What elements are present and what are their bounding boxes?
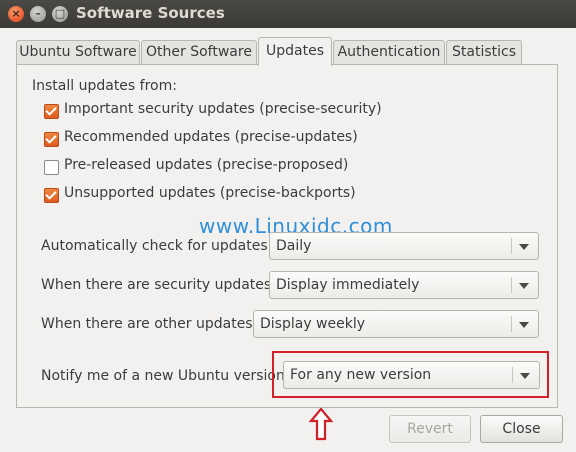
auto-check-dropdown[interactable]: Daily: [269, 232, 539, 260]
dropdown-separator: [511, 238, 512, 254]
highlight-box: [272, 351, 549, 398]
unsupported-updates-checkbox[interactable]: [44, 188, 59, 203]
minimize-icon: –: [35, 7, 41, 20]
security-updates-checkbox[interactable]: [44, 104, 59, 119]
other-updates-action-label: When there are other updates:: [41, 316, 258, 332]
window-title: Software Sources: [76, 4, 225, 22]
chevron-down-icon: [519, 244, 529, 250]
auto-check-label: Automatically check for updates:: [41, 238, 273, 254]
auto-check-value: Daily: [276, 238, 312, 254]
security-updates-action-label: When there are security updates:: [41, 277, 276, 293]
tab-updates[interactable]: Updates: [258, 37, 332, 66]
chevron-down-icon: [519, 283, 529, 289]
other-updates-dropdown[interactable]: Display weekly: [253, 310, 539, 338]
window-maximize-button[interactable]: □: [52, 6, 68, 22]
chevron-down-icon: [519, 322, 529, 328]
prereleased-updates-checkbox[interactable]: [44, 160, 59, 175]
recommended-updates-label[interactable]: Recommended updates (precise-updates): [64, 129, 358, 145]
security-updates-dropdown[interactable]: Display immediately: [269, 271, 539, 299]
security-updates-label[interactable]: Important security updates (precise-secu…: [64, 101, 382, 117]
window-close-button[interactable]: ×: [8, 6, 24, 22]
up-arrow-annotation-icon: [309, 407, 333, 441]
tab-other-software[interactable]: Other Software: [141, 40, 257, 65]
install-from-label: Install updates from:: [32, 78, 177, 94]
unsupported-updates-label[interactable]: Unsupported updates (precise-backports): [64, 185, 356, 201]
tab-ubuntu-software[interactable]: Ubuntu Software: [16, 40, 140, 65]
security-updates-value: Display immediately: [276, 277, 420, 293]
close-icon: ×: [11, 7, 21, 20]
window-titlebar[interactable]: × – □ Software Sources: [0, 0, 576, 28]
dropdown-separator: [511, 277, 512, 293]
revert-button[interactable]: Revert: [389, 415, 471, 443]
other-updates-value: Display weekly: [260, 316, 366, 332]
window-minimize-button[interactable]: –: [30, 6, 46, 22]
close-button[interactable]: Close: [480, 415, 563, 443]
notify-version-label: Notify me of a new Ubuntu version: [41, 368, 285, 384]
maximize-icon: □: [54, 7, 66, 20]
prereleased-updates-label[interactable]: Pre-released updates (precise-proposed): [64, 157, 348, 173]
tab-statistics[interactable]: Statistics: [446, 40, 522, 65]
dropdown-separator: [511, 316, 512, 332]
recommended-updates-checkbox[interactable]: [44, 132, 59, 147]
tab-authentication[interactable]: Authentication: [333, 40, 445, 65]
